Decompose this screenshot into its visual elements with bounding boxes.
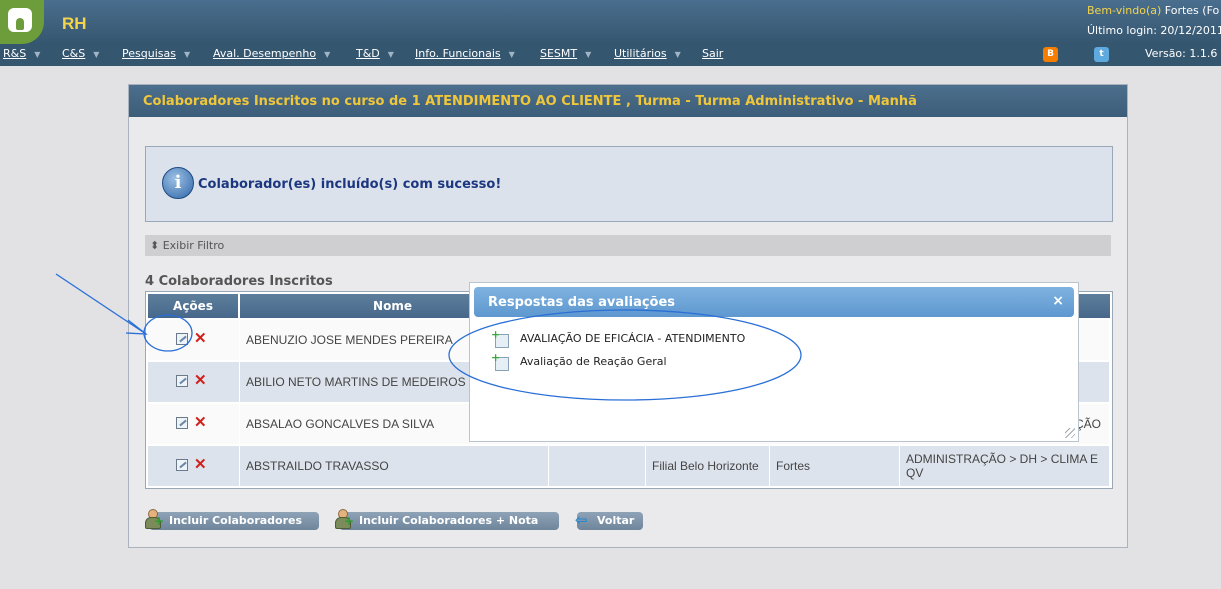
name-cell: ABSTRAILDO TRAVASSO — [240, 446, 549, 486]
chevron-down-icon: ▼ — [93, 50, 100, 59]
menu-item-utilitarios[interactable]: Utilitários ▼ — [614, 47, 681, 60]
table-row: ✕ ABSTRAILDO TRAVASSO Filial Belo Horizo… — [148, 446, 1110, 486]
success-message: Colaborador(es) incluído(s) com sucesso! — [198, 177, 502, 192]
delete-icon[interactable]: ✕ — [194, 415, 207, 430]
welcome-prefix: Bem-vindo(a) — [1087, 4, 1162, 17]
column-header-acoes[interactable]: Ações — [148, 294, 238, 318]
filter-label: Exibir Filtro — [162, 239, 225, 252]
back-button[interactable]: ⇦ Voltar — [575, 511, 643, 530]
app-logo[interactable] — [0, 0, 44, 44]
menu-item-aval-desempenho[interactable]: Aval. Desempenho ▼ — [213, 47, 330, 60]
version-label: Versão: 1.1.6 — [1145, 47, 1218, 60]
include-employees-button[interactable]: + Incluir Colaboradores — [145, 509, 319, 530]
button-label: Incluir Colaboradores + Nota — [359, 514, 539, 527]
delete-icon[interactable]: ✕ — [194, 331, 207, 346]
edit-icon[interactable] — [176, 333, 188, 345]
establishment-cell: Filial Belo Horizonte — [646, 446, 770, 486]
enrolled-count: 4 Colaboradores Inscritos — [145, 274, 333, 289]
add-document-icon[interactable] — [491, 328, 509, 348]
menu-item-label: Sair — [702, 47, 724, 60]
actions-cell: ✕ — [148, 446, 240, 486]
last-login: Último login: 20/12/2011 — [1087, 24, 1221, 37]
info-icon: i — [162, 167, 194, 199]
chevron-down-icon: ▼ — [34, 50, 41, 59]
area-cell: ADMINISTRAÇÃO > DH > CLIMA E QV — [900, 446, 1110, 486]
menu-item-rs[interactable]: R&S ▼ — [3, 47, 40, 60]
delete-icon[interactable]: ✕ — [194, 373, 207, 388]
menu-item-label: R&S — [3, 47, 27, 60]
twitter-icon[interactable]: t — [1094, 47, 1109, 62]
filter-toggle-bar[interactable]: ⬍ Exibir Filtro — [145, 235, 1111, 256]
success-message-box: i Colaborador(es) incluído(s) com sucess… — [145, 146, 1113, 222]
menu-item-label: T&D — [356, 47, 380, 60]
page-title: Colaboradores Inscritos no curso de 1 AT… — [143, 94, 917, 109]
actions-cell: ✕ — [148, 320, 240, 360]
menu-item-label: Info. Funcionais — [415, 47, 501, 60]
actions-cell: ✕ — [148, 404, 240, 444]
evaluation-link[interactable]: AVALIAÇÃO DE EFICÁCIA - ATENDIMENTO — [520, 332, 745, 345]
button-label: Voltar — [597, 514, 635, 527]
cell — [549, 446, 646, 486]
menu-item-cs[interactable]: C&S ▼ — [62, 47, 99, 60]
menu-item-info-funcionais[interactable]: Info. Funcionais ▼ — [415, 47, 515, 60]
welcome-user: Fortes (Fo — [1161, 4, 1220, 17]
include-employees-grade-button[interactable]: + Incluir Colaboradores + Nota — [335, 509, 559, 530]
add-user-icon: + — [335, 509, 354, 529]
chevron-down-icon: ▼ — [324, 50, 331, 59]
back-arrow-icon: ⇦ — [575, 511, 588, 529]
resize-handle[interactable] — [1065, 428, 1075, 438]
chevron-down-icon: ▼ — [585, 50, 592, 59]
chevron-down-icon: ▼ — [674, 50, 681, 59]
blogger-icon[interactable]: B — [1043, 47, 1058, 62]
menu-item-sair[interactable]: Sair — [702, 47, 723, 60]
menu-item-label: Utilitários — [614, 47, 667, 60]
edit-icon[interactable] — [176, 375, 188, 387]
chevron-down-icon: ▼ — [508, 50, 515, 59]
edit-icon[interactable] — [176, 417, 188, 429]
close-icon[interactable]: × — [1052, 293, 1064, 309]
dialog-title: Respostas das avaliações — [488, 295, 676, 310]
expand-collapse-icon: ⬍ — [150, 239, 160, 252]
dialog-header[interactable]: Respostas das avaliações × — [474, 287, 1074, 317]
menu-bar: R&S ▼ C&S ▼ Pesquisas ▼ Aval. Desempenho ▼ T… — [0, 44, 1221, 66]
person-icon — [8, 8, 32, 32]
company-cell: Fortes — [770, 446, 900, 486]
actions-cell: ✕ — [148, 362, 240, 402]
top-bar: RH Bem-vindo(a) Fortes (Fo Último login:… — [0, 0, 1221, 44]
filter-toggle[interactable]: ⬍ Exibir Filtro — [150, 239, 224, 252]
menu-item-td[interactable]: T&D ▼ — [356, 47, 394, 60]
edit-icon[interactable] — [176, 459, 188, 471]
menu-item-pesquisas[interactable]: Pesquisas ▼ — [122, 47, 190, 60]
menu-item-label: Pesquisas — [122, 47, 176, 60]
welcome-text: Bem-vindo(a) Fortes (Fo — [1087, 4, 1219, 17]
chevron-down-icon: ▼ — [183, 50, 191, 59]
menu-item-label: SESMT — [540, 47, 578, 60]
delete-icon[interactable]: ✕ — [194, 457, 207, 472]
add-user-icon: + — [145, 509, 164, 529]
menu-item-label: C&S — [62, 47, 86, 60]
evaluation-link[interactable]: Avaliação de Reação Geral — [520, 355, 667, 368]
panel-header: Colaboradores Inscritos no curso de 1 AT… — [129, 85, 1127, 117]
chevron-down-icon: ▼ — [387, 50, 394, 59]
menu-item-sesmt[interactable]: SESMT ▼ — [540, 47, 591, 60]
button-label: Incluir Colaboradores — [169, 514, 303, 527]
add-document-icon[interactable] — [491, 351, 509, 371]
evaluation-answers-dialog: Respostas das avaliações × AVALIAÇÃO DE … — [469, 282, 1079, 442]
app-title: RH — [62, 14, 87, 33]
menu-item-label: Aval. Desempenho — [213, 47, 317, 60]
